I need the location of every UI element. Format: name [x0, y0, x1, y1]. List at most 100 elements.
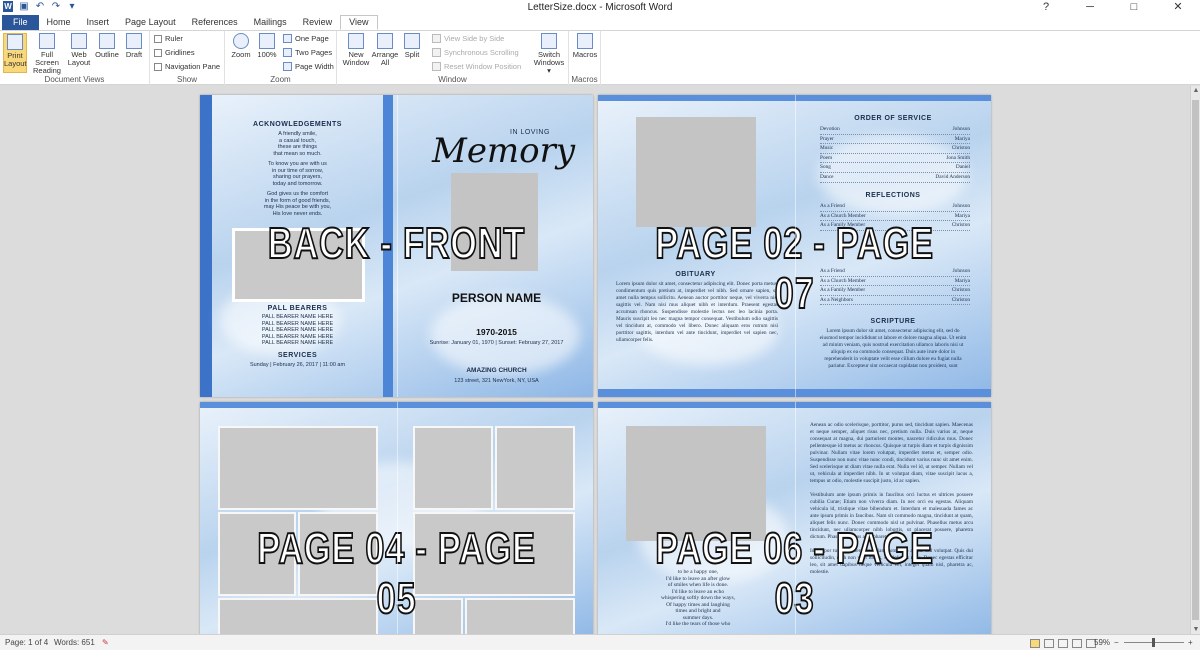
- document-canvas[interactable]: ACKNOWLEDGEMENTS A friendly smile, a cas…: [0, 86, 1190, 634]
- view-side-by-side-button[interactable]: View Side by Side: [432, 34, 504, 43]
- close-button[interactable]: ✕: [1156, 0, 1200, 15]
- window-title: LetterSize.docx - Microsoft Word: [527, 2, 673, 13]
- vertical-scrollbar[interactable]: ▲ ▼: [1190, 86, 1200, 634]
- draft-button[interactable]: Draft: [122, 33, 146, 59]
- tab-insert[interactable]: Insert: [79, 15, 118, 30]
- one-page-button[interactable]: One Page: [283, 34, 329, 43]
- program-row: Prayer Mariya: [820, 135, 970, 145]
- ruler-checkbox[interactable]: Ruler: [154, 34, 183, 43]
- wave-top-border: [200, 402, 593, 408]
- program-row: Song Daniel: [820, 163, 970, 173]
- word-count[interactable]: Words: 651: [54, 638, 95, 647]
- magnifier-icon: [233, 33, 249, 49]
- zoom-100-button[interactable]: 100%: [255, 33, 279, 59]
- full-screen-reading-icon: [39, 33, 55, 49]
- person-name: PERSON NAME: [451, 291, 542, 305]
- page-width-icon: [283, 62, 292, 71]
- page-count[interactable]: Page: 1 of 4: [5, 638, 48, 647]
- split-button[interactable]: Split: [400, 33, 424, 59]
- group-macros: Macros Macros: [569, 31, 601, 85]
- web-layout-button[interactable]: Web Layout: [66, 33, 92, 67]
- tab-page-layout[interactable]: Page Layout: [117, 15, 184, 30]
- scrollbar-thumb[interactable]: [1192, 100, 1199, 620]
- checkbox-icon: [154, 48, 162, 57]
- blue-accent-bar: [200, 95, 212, 397]
- arrange-all-button[interactable]: Arrange All: [371, 33, 399, 67]
- full-screen-view-icon[interactable]: [1044, 639, 1054, 648]
- photo-placeholder[interactable]: [413, 426, 493, 510]
- outline-view-icon[interactable]: [1072, 639, 1082, 648]
- title-bar: W ▣ ↶ ↷ ▾ LetterSize.docx - Microsoft Wo…: [0, 0, 1200, 15]
- section-overlay-label: PAGE 02 - PAGE 07: [654, 218, 934, 319]
- gridlines-checkbox[interactable]: Gridlines: [154, 48, 195, 57]
- wave-top-border: [598, 402, 991, 408]
- program-row: Music Christon: [820, 144, 970, 154]
- page-06-03[interactable]: to be a happy one, I'd like to leave an …: [598, 402, 991, 634]
- print-layout-view-icon[interactable]: [1030, 639, 1040, 648]
- one-page-icon: [283, 34, 292, 43]
- minimize-button[interactable]: ─: [1068, 0, 1112, 15]
- full-screen-reading-button[interactable]: Full Screen Reading: [30, 33, 64, 75]
- scripture-text: Lorem ipsum dolor sit amet, consectetur …: [819, 328, 967, 369]
- life-dates: Sunrise: January 01, 1970 | Sunset: Febr…: [429, 340, 564, 346]
- ribbon-tabs: File Home Insert Page Layout References …: [0, 15, 1200, 30]
- side-by-side-icon: [432, 34, 441, 43]
- checkbox-icon: [154, 62, 162, 71]
- memory-script: Memory: [432, 131, 576, 171]
- tab-file[interactable]: File: [2, 15, 39, 30]
- scroll-down-icon[interactable]: ▼: [1191, 626, 1200, 633]
- tab-view[interactable]: View: [340, 15, 378, 30]
- switch-windows-button[interactable]: Switch Windows ▾: [531, 33, 567, 75]
- two-pages-button[interactable]: Two Pages: [283, 48, 332, 57]
- photo-placeholder[interactable]: [218, 426, 378, 510]
- zoom-slider[interactable]: [1124, 638, 1184, 647]
- scripture-title: SCRIPTURE: [870, 318, 916, 325]
- program-row: As a Friend Johnson: [820, 202, 970, 212]
- page-04-05[interactable]: PAGE 04 - PAGE 05: [200, 402, 593, 634]
- web-layout-view-icon[interactable]: [1058, 639, 1068, 648]
- acknowledgements-title: ACKNOWLEDGEMENTS: [253, 121, 342, 128]
- tab-mailings[interactable]: Mailings: [246, 15, 295, 30]
- group-label-document-views: Document Views: [44, 75, 105, 84]
- page-width-button[interactable]: Page Width: [283, 62, 334, 71]
- group-label-window: Window: [438, 75, 467, 84]
- photo-placeholder[interactable]: [495, 426, 575, 510]
- page-back-front[interactable]: ACKNOWLEDGEMENTS A friendly smile, a cas…: [200, 95, 593, 397]
- print-layout-icon: [7, 34, 23, 50]
- tab-review[interactable]: Review: [295, 15, 341, 30]
- program-row: Poem Jona Smith: [820, 154, 970, 164]
- reset-window-position-button[interactable]: Reset Window Position: [432, 62, 521, 71]
- page-100-icon: [259, 33, 275, 49]
- new-window-button[interactable]: New Window: [341, 33, 371, 67]
- zoom-in-button[interactable]: +: [1188, 638, 1193, 647]
- group-document-views: Print Layout Full Screen Reading Web Lay…: [0, 31, 150, 85]
- tab-home[interactable]: Home: [39, 15, 79, 30]
- tab-references[interactable]: References: [184, 15, 246, 30]
- scroll-up-icon[interactable]: ▲: [1191, 87, 1200, 94]
- outline-button[interactable]: Outline: [94, 33, 120, 59]
- group-label-macros: Macros: [571, 75, 598, 84]
- print-layout-button[interactable]: Print Layout: [3, 33, 27, 73]
- services-title: SERVICES: [277, 352, 318, 359]
- proofing-icon[interactable]: ✎: [102, 638, 109, 647]
- photo-placeholder[interactable]: [636, 117, 756, 227]
- program-row: Devotion Johnson: [820, 125, 970, 135]
- new-window-icon: [348, 33, 364, 49]
- macros-button[interactable]: Macros: [571, 33, 599, 59]
- help-icon[interactable]: ?: [1024, 0, 1068, 15]
- order-of-service-title: ORDER OF SERVICE: [854, 115, 932, 122]
- life-years: 1970-2015: [476, 327, 517, 337]
- split-icon: [404, 33, 420, 49]
- switch-windows-icon: [541, 33, 557, 49]
- checkbox-icon: [154, 34, 162, 43]
- zoom-out-button[interactable]: −: [1114, 638, 1119, 647]
- synchronous-scrolling-button[interactable]: Synchronous Scrolling: [432, 48, 519, 57]
- reflections-title: REFLECTIONS: [865, 192, 921, 199]
- section-overlay-label: PAGE 04 - PAGE 05: [256, 523, 536, 624]
- zoom-slider-knob[interactable]: [1152, 638, 1155, 647]
- navigation-pane-checkbox[interactable]: Navigation Pane: [154, 62, 220, 71]
- restore-button[interactable]: □: [1112, 0, 1156, 15]
- zoom-button[interactable]: Zoom: [229, 33, 253, 59]
- zoom-percent[interactable]: 59%: [1094, 638, 1110, 647]
- page-02-07[interactable]: OBITUARY Lorem ipsum dolor sit amet, con…: [598, 95, 991, 397]
